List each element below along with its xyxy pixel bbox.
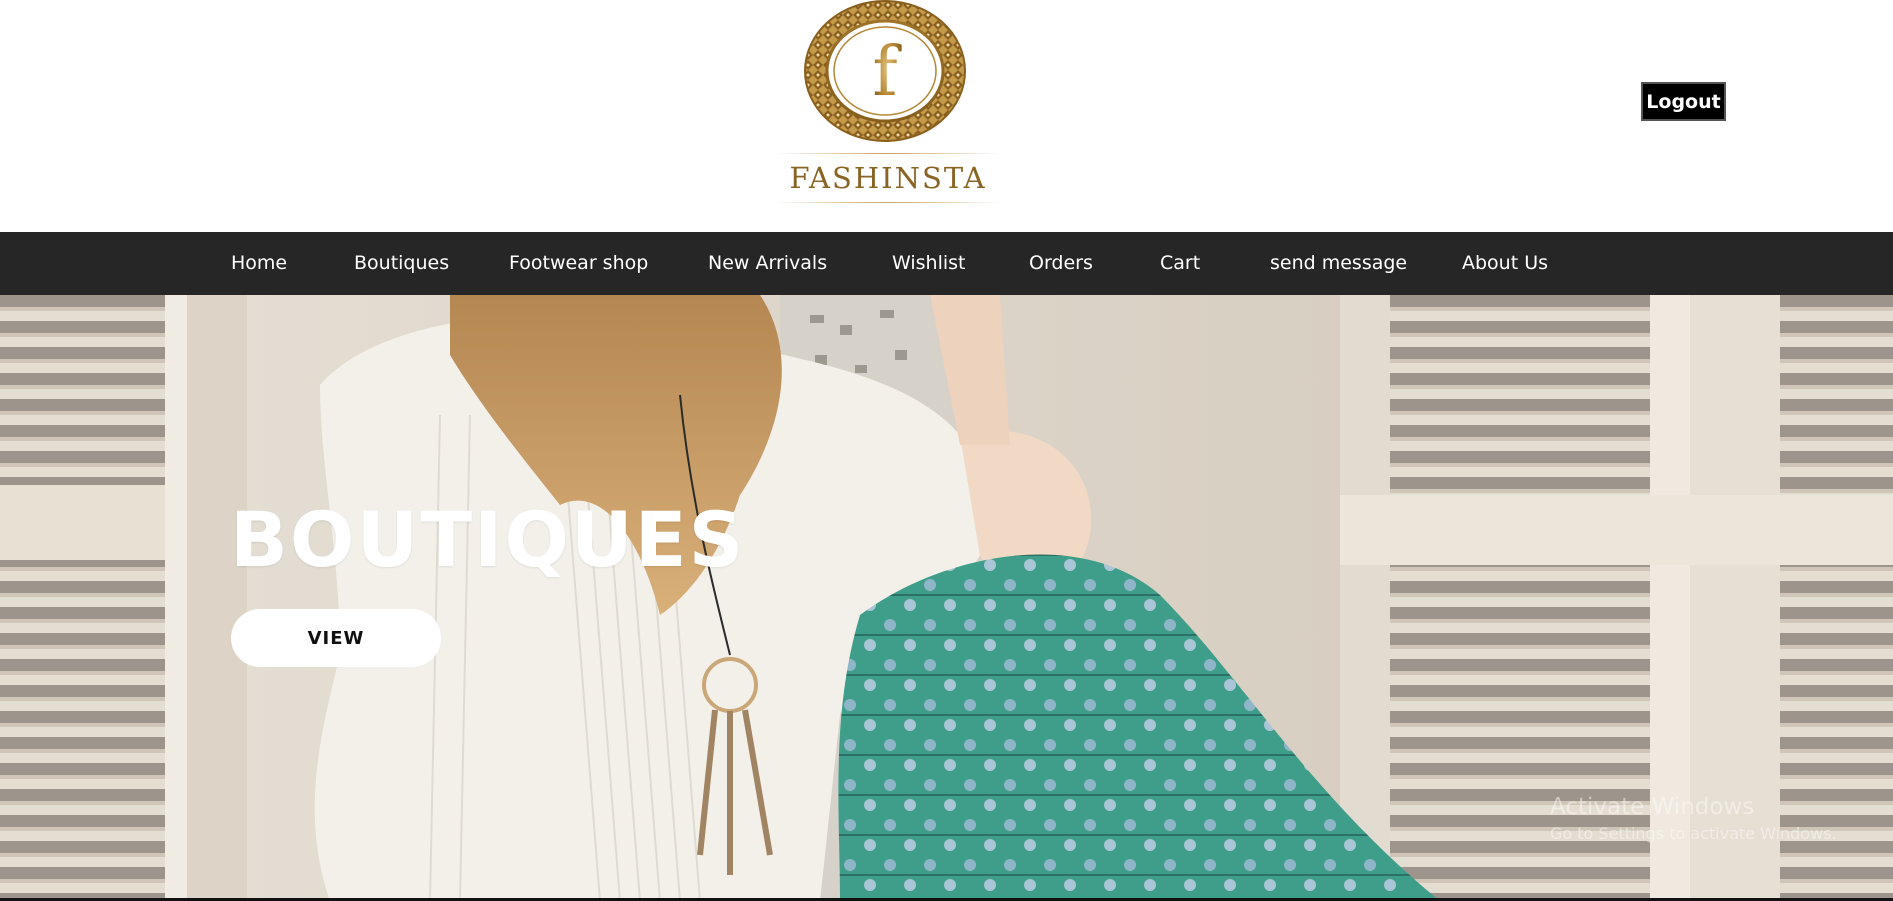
nav-item-boutiques[interactable]: Boutiques: [354, 232, 449, 295]
nav-item-home[interactable]: Home: [231, 232, 287, 295]
nav-item-about-us[interactable]: About Us: [1462, 232, 1548, 295]
logo-wordmark: FASHINSTA: [789, 161, 987, 195]
hero-banner: BOUTIQUES VIEW Activate Windows Go to Se…: [0, 295, 1893, 901]
activate-windows-watermark: Activate Windows Go to Settings to activ…: [1550, 792, 1837, 846]
logo-divider: [773, 202, 1003, 203]
nav-item-orders[interactable]: Orders: [1029, 232, 1093, 295]
hero-title: BOUTIQUES: [230, 495, 746, 584]
ornamental-circle-icon: f: [804, 0, 966, 142]
main-nav: Home Boutiques Footwear shop New Arrival…: [0, 232, 1893, 295]
nav-item-wishlist[interactable]: Wishlist: [892, 232, 966, 295]
site-header: f FASHINSTA Logout: [0, 0, 1893, 232]
watermark-title: Activate Windows: [1550, 794, 1755, 820]
logout-button[interactable]: Logout: [1641, 82, 1726, 121]
brand-logo[interactable]: f FASHINSTA: [763, 0, 1013, 210]
view-button[interactable]: VIEW: [231, 609, 441, 667]
nav-item-new-arrivals[interactable]: New Arrivals: [708, 232, 827, 295]
nav-item-send-message[interactable]: send message: [1270, 232, 1407, 295]
nav-item-cart[interactable]: Cart: [1160, 232, 1200, 295]
watermark-subtitle: Go to Settings to activate Windows.: [1550, 824, 1837, 843]
nav-item-footwear-shop[interactable]: Footwear shop: [509, 232, 648, 295]
